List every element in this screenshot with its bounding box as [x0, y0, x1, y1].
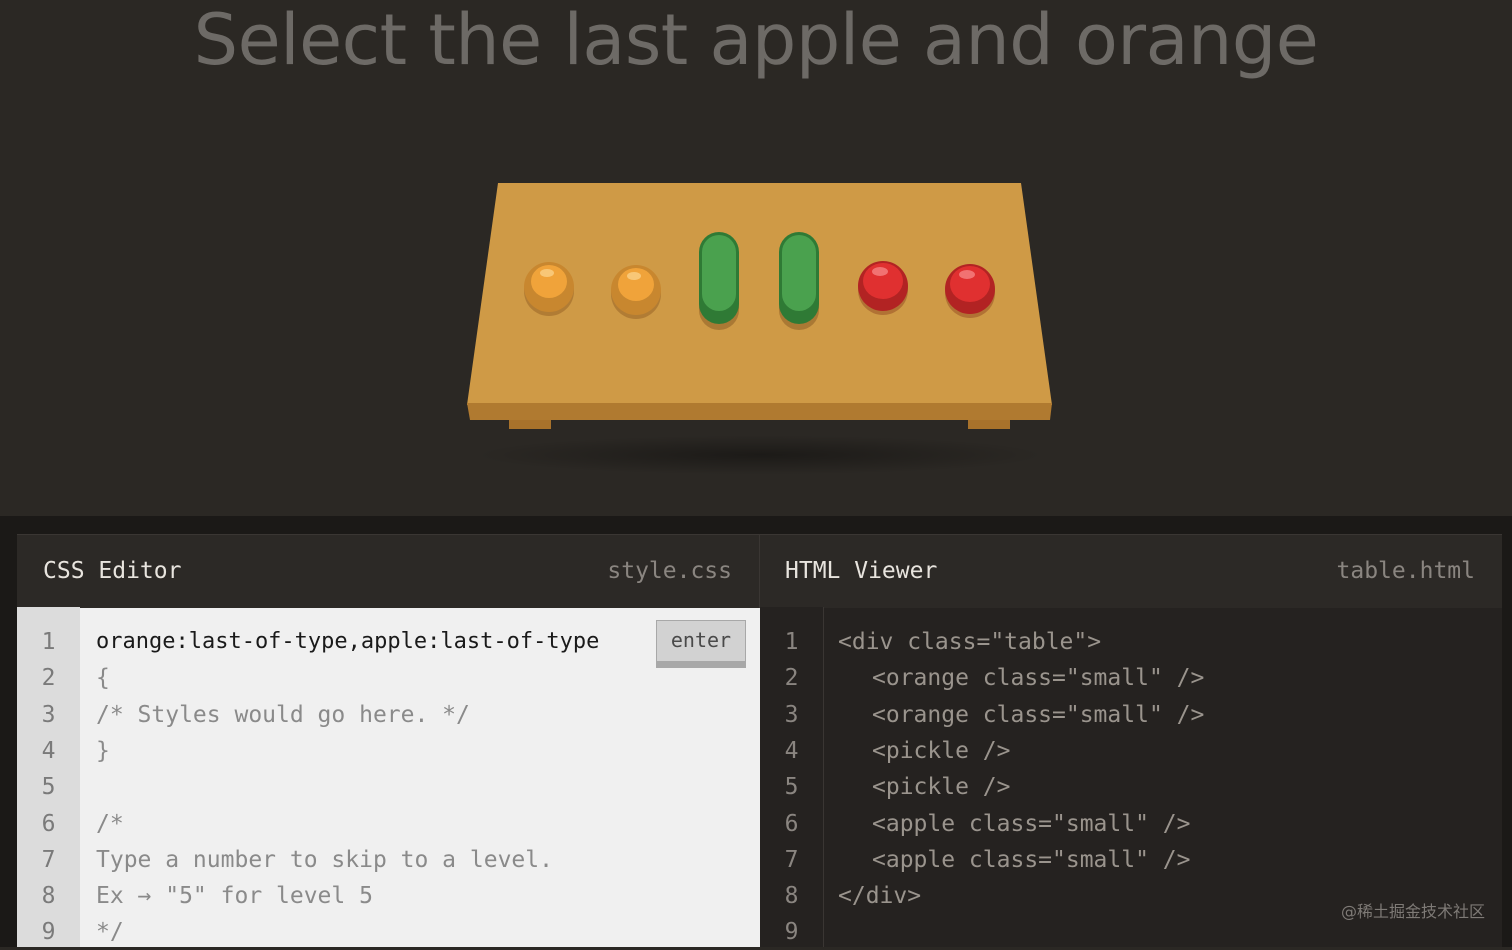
css-editor-filename: style.css [607, 558, 732, 584]
pickle-icon[interactable] [779, 232, 819, 324]
line-number: 1 [784, 629, 799, 655]
html-line-table-close[interactable]: </div> [838, 878, 921, 914]
line-number: 5 [784, 774, 799, 800]
enter-button[interactable]: enter [656, 620, 746, 668]
html-line-orange[interactable]: <orange class="small" /> [872, 697, 1204, 733]
line-number: 2 [41, 665, 56, 691]
line-number: 9 [41, 919, 56, 945]
line-number: 3 [41, 702, 56, 728]
html-viewer-title: HTML Viewer [785, 558, 938, 584]
line-number: 4 [41, 738, 56, 764]
html-line-orange[interactable]: <orange class="small" /> [872, 660, 1204, 696]
code-line: } [96, 738, 110, 764]
line-number: 4 [784, 738, 799, 764]
line-number: 7 [41, 847, 56, 873]
code-line: Type a number to skip to a level. [96, 847, 553, 873]
html-line-pickle[interactable]: <pickle /> [872, 769, 1010, 805]
table-shadow [470, 435, 1050, 475]
css-selector-input[interactable]: orange:last-of-type,apple:last-of-type [96, 624, 599, 660]
code-line: Ex → "5" for level 5 [96, 883, 373, 909]
html-line-table[interactable]: <div class="table"> [838, 624, 1101, 660]
line-number: 7 [784, 847, 799, 873]
html-line-numbers: 1 2 3 4 5 6 7 8 9 [760, 607, 824, 947]
html-viewer-header: HTML Viewer table.html [760, 534, 1502, 608]
line-number: 8 [41, 883, 56, 909]
apple-icon[interactable] [858, 261, 908, 311]
html-code-area: <div class="table"> <orange class="small… [824, 607, 1502, 947]
html-line-apple[interactable]: <apple class="small" /> [872, 806, 1191, 842]
line-number: 3 [784, 702, 799, 728]
html-line-pickle[interactable]: <pickle /> [872, 733, 1010, 769]
line-number: 6 [41, 811, 56, 837]
code-line: /* [96, 811, 124, 837]
line-number: 1 [41, 629, 56, 655]
table-edge [467, 403, 1052, 420]
css-editor-title: CSS Editor [43, 558, 182, 584]
orange-icon[interactable] [524, 262, 574, 312]
table-scene [0, 150, 1512, 490]
css-line-numbers: 1 2 3 4 5 6 7 8 9 [17, 607, 80, 947]
html-line-apple[interactable]: <apple class="small" /> [872, 842, 1191, 878]
html-viewer-filename: table.html [1336, 558, 1475, 584]
line-number: 6 [784, 811, 799, 837]
orange-icon[interactable] [611, 265, 661, 315]
code-line: /* Styles would go here. */ [96, 702, 470, 728]
css-editor-panel: CSS Editor style.css 1 2 3 4 5 6 7 8 9 o… [17, 534, 760, 947]
code-line: { [96, 665, 110, 691]
apple-icon[interactable] [945, 264, 995, 314]
level-title: Select the last apple and orange [193, 0, 1319, 81]
line-number: 5 [41, 774, 56, 800]
watermark: @稀土掘金技术社区 [1340, 902, 1485, 921]
line-number: 9 [784, 919, 799, 945]
code-line: */ [96, 919, 124, 945]
line-number: 8 [784, 883, 799, 909]
html-viewer-panel: HTML Viewer table.html 1 2 3 4 5 6 7 8 9… [760, 534, 1502, 947]
pickle-icon[interactable] [699, 232, 739, 324]
css-editor-header: CSS Editor style.css [17, 534, 760, 608]
line-number: 2 [784, 665, 799, 691]
